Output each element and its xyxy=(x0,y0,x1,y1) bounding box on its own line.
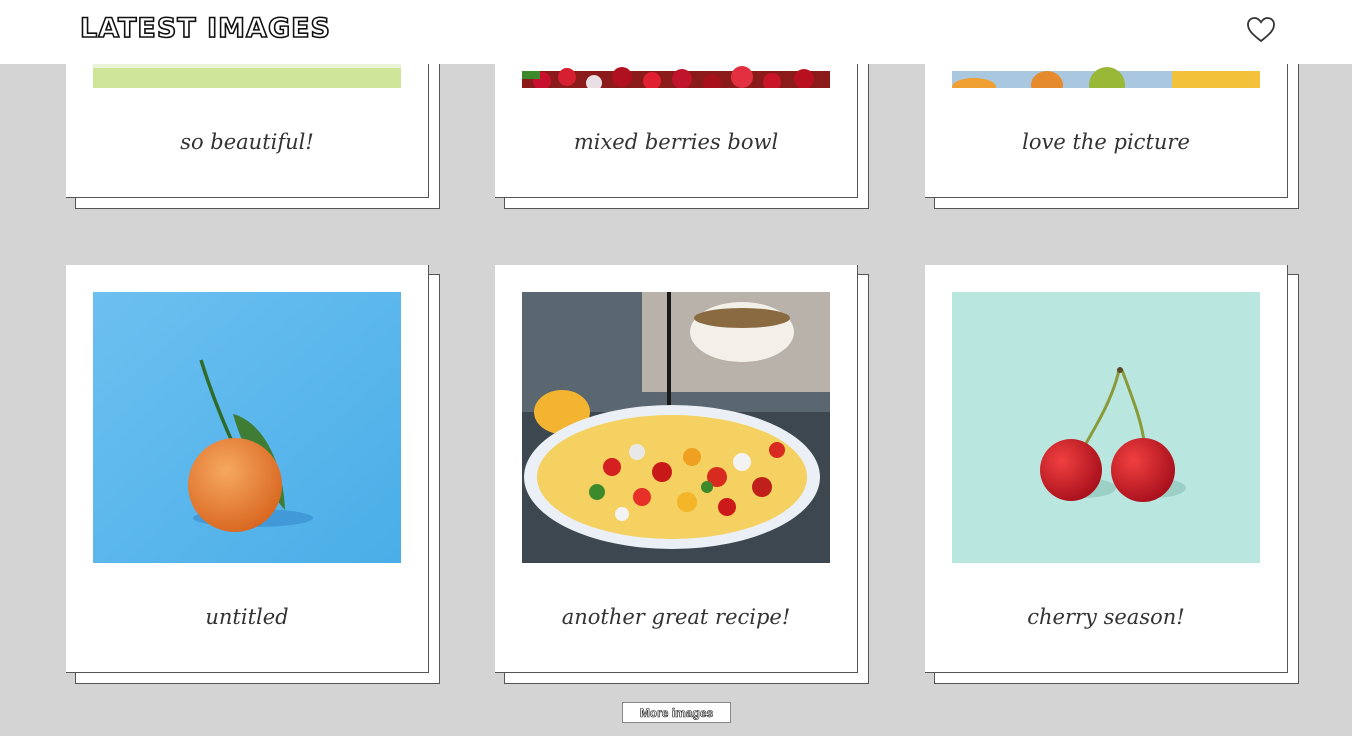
gallery-card[interactable]: another great recipe! xyxy=(495,265,858,673)
card-photo xyxy=(522,292,830,563)
card-caption: another great recipe! xyxy=(561,605,791,629)
more-images-button[interactable]: More images xyxy=(622,702,731,723)
card-caption: cherry season! xyxy=(1027,605,1185,629)
card-caption: so beautiful! xyxy=(180,130,314,154)
card-caption: untitled xyxy=(205,605,289,629)
card-photo xyxy=(93,292,401,563)
card-caption: love the picture xyxy=(1022,130,1190,154)
heart-icon[interactable] xyxy=(1246,16,1276,44)
card-caption: mixed berries bowl xyxy=(573,130,779,154)
top-bar: LATEST IMAGES xyxy=(0,0,1352,64)
page-title: LATEST IMAGES xyxy=(79,12,331,45)
gallery-card[interactable]: untitled xyxy=(66,265,429,673)
gallery-card[interactable]: cherry season! xyxy=(925,265,1288,673)
card-photo xyxy=(952,292,1260,563)
